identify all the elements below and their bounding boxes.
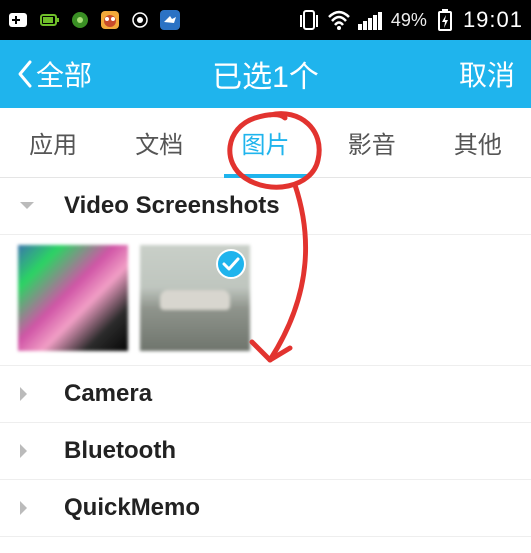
category-tabs: 应用 文档 图片 影音 其他 <box>0 108 531 178</box>
signal-icon <box>357 8 385 32</box>
thumbnail-2[interactable] <box>140 245 250 351</box>
folder-bluetooth[interactable]: Bluetooth <box>0 423 531 480</box>
page-title: 已选1个 <box>72 52 459 96</box>
wifi-icon <box>327 8 351 32</box>
plus-badge-icon <box>8 8 32 32</box>
folder-label: QuickMemo <box>64 494 200 522</box>
tab-images[interactable]: 图片 <box>212 108 318 177</box>
battery-charge-icon <box>433 8 457 32</box>
tab-media[interactable]: 影音 <box>319 108 425 177</box>
vibrate-icon <box>297 8 321 32</box>
battery-percent-label: 49% <box>391 10 427 31</box>
cancel-button[interactable]: 取消 <box>459 54 515 94</box>
thumbnail-grid <box>0 235 531 366</box>
chevron-left-icon <box>16 59 34 89</box>
app-header: 全部 已选1个 取消 <box>0 40 531 108</box>
clock-label: 19:01 <box>463 7 523 33</box>
chevron-down-icon <box>18 200 46 212</box>
bird-app-icon <box>158 8 182 32</box>
target-icon <box>128 8 152 32</box>
chevron-right-icon <box>18 442 46 460</box>
image-thumbnail <box>18 245 128 351</box>
folder-quickmemo[interactable]: QuickMemo <box>0 480 531 537</box>
status-bar-left <box>8 8 182 32</box>
selected-check-icon <box>216 249 246 279</box>
battery-green-icon <box>38 8 62 32</box>
chevron-right-icon <box>18 499 46 517</box>
chevron-right-icon <box>18 385 46 403</box>
folder-video-screenshots[interactable]: Video Screenshots <box>0 178 531 235</box>
status-bar-right: 49% 19:01 <box>297 7 523 33</box>
tab-docs[interactable]: 文档 <box>106 108 212 177</box>
tab-other[interactable]: 其他 <box>425 108 531 177</box>
status-bar: 49% 19:01 <box>0 0 531 40</box>
circle-green-icon <box>68 8 92 32</box>
folder-label: Bluetooth <box>64 437 176 465</box>
folder-label: Video Screenshots <box>64 192 280 220</box>
folder-label: Camera <box>64 380 152 408</box>
monkey-icon <box>98 8 122 32</box>
tab-apps[interactable]: 应用 <box>0 108 106 177</box>
folder-camera[interactable]: Camera <box>0 366 531 423</box>
thumbnail-1[interactable] <box>18 245 128 351</box>
